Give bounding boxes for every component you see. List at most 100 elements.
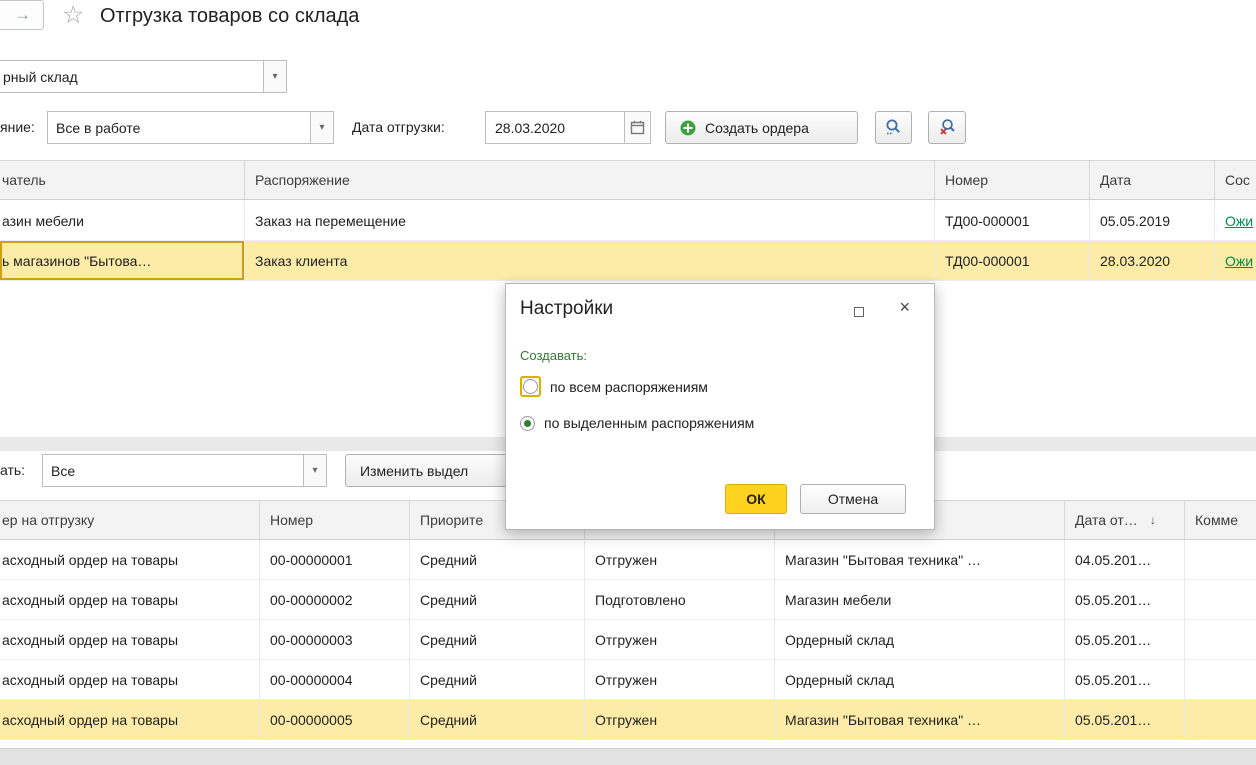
cell-comment[interactable] [1185, 700, 1256, 739]
cell-recipient[interactable]: Магазин мебели [775, 580, 1065, 619]
show-filter-field[interactable]: Все [42, 454, 327, 487]
radio-unchecked-icon[interactable] [523, 379, 538, 394]
cell-number[interactable]: 00-00000005 [260, 700, 410, 739]
state-filter-field[interactable]: Все в работе [47, 111, 334, 144]
column-header-order-type[interactable]: ер на отгрузку [0, 501, 260, 539]
order-state-link[interactable]: Ожи [1225, 213, 1253, 229]
cell-comment[interactable] [1185, 540, 1256, 579]
cell-date[interactable]: 05.05.2019 [1090, 201, 1215, 240]
shipment-row[interactable]: асходный ордер на товары 00-00000004 Сре… [0, 660, 1256, 700]
warehouse-value[interactable]: рный склад [0, 61, 263, 92]
show-dropdown-button[interactable] [303, 455, 326, 486]
show-filter-value[interactable]: Все [43, 455, 303, 486]
shipment-row[interactable]: асходный ордер на товары 00-00000001 Сре… [0, 540, 1256, 580]
cell-recipient-focused[interactable]: ь магазинов "Бытова… [0, 241, 245, 280]
column-header-ship-date[interactable]: Дата от… ↓ [1065, 501, 1185, 539]
order-row[interactable]: азин мебели Заказ на перемещение ТД00-00… [0, 201, 1256, 241]
cell-state[interactable]: Отгружен [585, 540, 775, 579]
cell-ship-date[interactable]: 05.05.201… [1065, 700, 1185, 739]
cell-state[interactable]: Подготовлено [585, 580, 775, 619]
cell-priority[interactable]: Средний [410, 700, 585, 739]
ok-button[interactable]: ОК [725, 484, 787, 514]
order-state-link[interactable]: Ожи [1225, 253, 1253, 269]
state-filter-value[interactable]: Все в работе [48, 112, 310, 143]
radio-option-all-orders[interactable]: по всем распоряжениям [520, 376, 708, 397]
cell-number[interactable]: 00-00000001 [260, 540, 410, 579]
favorite-star-icon[interactable] [62, 0, 90, 30]
calendar-icon [630, 120, 645, 135]
cell-number[interactable]: ТД00-000001 [935, 201, 1090, 240]
shipment-row[interactable]: асходный ордер на товары 00-00000002 Сре… [0, 580, 1256, 620]
cell-recipient[interactable]: Ордерный склад [775, 620, 1065, 659]
column-header-order[interactable]: Распоряжение [245, 161, 935, 199]
cell-order-type[interactable]: асходный ордер на товары [0, 540, 260, 579]
horizontal-scrollbar-area[interactable] [0, 748, 1256, 765]
cell-number[interactable]: 00-00000004 [260, 660, 410, 699]
cell-order-type[interactable]: асходный ордер на товары [0, 580, 260, 619]
radio-option-selected-label: по выделенным распоряжениям [544, 415, 754, 431]
cell-number[interactable]: 00-00000003 [260, 620, 410, 659]
cancel-search-button[interactable] [928, 111, 966, 144]
cell-comment[interactable] [1185, 620, 1256, 659]
cell-order-type[interactable]: асходный ордер на товары [0, 660, 260, 699]
orders-table-header: чатель Распоряжение Номер Дата Сос [0, 160, 1256, 200]
search-button[interactable] [875, 111, 912, 144]
cell-priority[interactable]: Средний [410, 540, 585, 579]
radio-option-selected-orders[interactable]: по выделенным распоряжениям [520, 415, 754, 431]
cancel-button[interactable]: Отмена [800, 484, 906, 514]
forward-button[interactable] [0, 0, 44, 30]
column-header-state[interactable]: Сос [1215, 161, 1256, 199]
cell-priority[interactable]: Средний [410, 620, 585, 659]
ship-date-value[interactable]: 28.03.2020 [486, 112, 624, 143]
show-filter-label: ать: [0, 454, 25, 487]
cell-number[interactable]: 00-00000002 [260, 580, 410, 619]
cell-recipient[interactable]: Магазин "Бытовая техника" … [775, 540, 1065, 579]
shipment-row[interactable]: асходный ордер на товары 00-00000003 Сре… [0, 620, 1256, 660]
calendar-button[interactable] [624, 112, 650, 143]
cell-comment[interactable] [1185, 660, 1256, 699]
column-header-recipient[interactable]: чатель [0, 161, 245, 199]
cell-order-type[interactable]: асходный ордер на товары [0, 620, 260, 659]
cell-recipient[interactable]: азин мебели [0, 201, 245, 240]
cell-order-type[interactable]: асходный ордер на товары [0, 700, 260, 739]
create-group-label: Создавать: [520, 348, 587, 363]
cell-date[interactable]: 28.03.2020 [1090, 241, 1215, 280]
cell-priority[interactable]: Средний [410, 580, 585, 619]
shipment-row-selected[interactable]: асходный ордер на товары 00-00000005 Сре… [0, 700, 1256, 740]
state-filter-label: яние: [0, 111, 35, 144]
cell-ship-date[interactable]: 04.05.201… [1065, 540, 1185, 579]
cell-ship-date[interactable]: 05.05.201… [1065, 580, 1185, 619]
cell-order[interactable]: Заказ на перемещение [245, 201, 935, 240]
warehouse-dropdown-button[interactable] [263, 61, 286, 92]
cancel-search-icon [938, 118, 957, 137]
order-row-selected[interactable]: ь магазинов "Бытова… Заказ клиента ТД00-… [0, 241, 1256, 281]
dialog-title: Настройки [520, 298, 613, 320]
column-header-date[interactable]: Дата [1090, 161, 1215, 199]
ship-date-field[interactable]: 28.03.2020 [485, 111, 651, 144]
cell-ship-date[interactable]: 05.05.201… [1065, 620, 1185, 659]
cell-state[interactable]: Отгружен [585, 700, 775, 739]
create-orders-button[interactable]: Создать ордера [665, 111, 858, 144]
restore-window-icon[interactable] [854, 307, 864, 317]
cell-recipient[interactable]: Магазин "Бытовая техника" … [775, 700, 1065, 739]
column-header-comment[interactable]: Комме [1185, 501, 1256, 539]
cell-priority[interactable]: Средний [410, 660, 585, 699]
cell-state[interactable]: Отгружен [585, 620, 775, 659]
cell-ship-date[interactable]: 05.05.201… [1065, 660, 1185, 699]
close-icon[interactable] [899, 297, 910, 318]
radio-checked-icon[interactable] [520, 416, 535, 431]
cell-state[interactable]: Ожи [1215, 201, 1256, 240]
radio-option-all-label: по всем распоряжениям [550, 379, 708, 395]
cell-number[interactable]: ТД00-000001 [935, 241, 1090, 280]
column-header-number[interactable]: Номер [935, 161, 1090, 199]
sort-descending-icon[interactable]: ↓ [1150, 513, 1156, 527]
cell-state[interactable]: Отгружен [585, 660, 775, 699]
cell-comment[interactable] [1185, 580, 1256, 619]
cell-state[interactable]: Ожи [1215, 241, 1256, 280]
dialog-buttons: ОК Отмена [725, 484, 906, 514]
cell-order[interactable]: Заказ клиента [245, 241, 935, 280]
warehouse-field[interactable]: рный склад [0, 60, 287, 93]
state-dropdown-button[interactable] [310, 112, 333, 143]
column-header-number[interactable]: Номер [260, 501, 410, 539]
cell-recipient[interactable]: Ордерный склад [775, 660, 1065, 699]
